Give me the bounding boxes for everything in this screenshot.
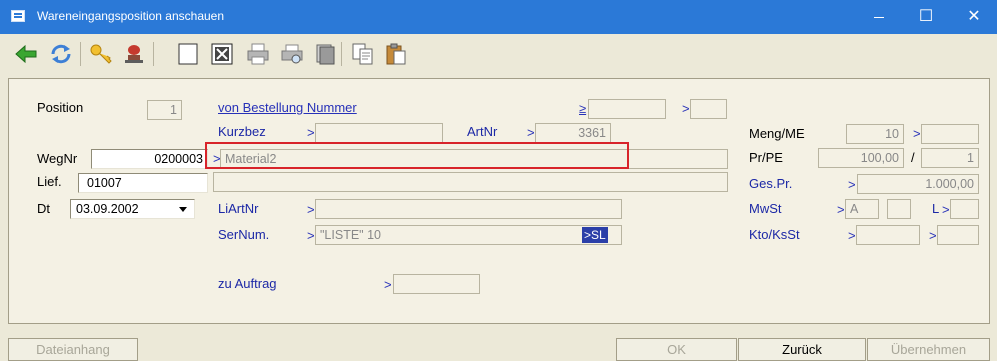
- von-bestellung-gt: >: [682, 101, 690, 116]
- toolbar: [0, 34, 997, 72]
- l-label: L: [932, 201, 940, 216]
- kto-arrow-2: >: [929, 228, 937, 243]
- meng-unit-field[interactable]: [921, 124, 979, 144]
- mwst-arrow: >: [837, 202, 845, 217]
- paste-icon[interactable]: [384, 42, 408, 66]
- sernum-highlight: [205, 142, 629, 169]
- print-icon[interactable]: [246, 42, 270, 66]
- lief-label: Lief.: [37, 174, 62, 189]
- von-bestellung-link[interactable]: von Bestellung Nummer: [218, 100, 357, 115]
- kurzbez-arrow: >: [307, 125, 315, 140]
- prpe-price-field[interactable]: 100,00: [818, 148, 904, 168]
- chevron-down-icon[interactable]: [179, 207, 187, 212]
- prpe-unit-field[interactable]: 1: [921, 148, 979, 168]
- kto-arrow: >: [848, 228, 856, 243]
- ok-button[interactable]: OK: [616, 338, 737, 361]
- app-window-icon: [11, 10, 25, 22]
- kto-label: Kto/KsSt: [749, 227, 800, 242]
- window-title: Wareneingangsposition anschauen: [37, 9, 225, 23]
- von-bestellung-from-field[interactable]: [588, 99, 666, 119]
- dt-date-value: 03.09.2002: [76, 202, 139, 216]
- lief-name-field[interactable]: [213, 172, 728, 192]
- mwst-label: MwSt: [749, 201, 782, 216]
- gespr-field[interactable]: 1.000,00: [857, 174, 979, 194]
- refresh-icon[interactable]: [49, 42, 73, 66]
- position-field[interactable]: 1: [147, 100, 182, 120]
- zu-auftrag-arrow: >: [384, 277, 392, 292]
- title-bar: Wareneingangsposition anschauen ☐ ✕: [0, 0, 997, 34]
- l-arrow: >: [942, 202, 950, 217]
- wegnr-field[interactable]: 0200003: [91, 149, 208, 169]
- kurzbez-field[interactable]: [315, 123, 443, 143]
- blank-page-icon[interactable]: [176, 42, 200, 66]
- liartnr-arrow: >: [307, 202, 315, 217]
- uebernehmen-button[interactable]: Übernehmen: [867, 338, 990, 361]
- kurzbez-label: Kurzbez: [218, 124, 266, 139]
- sernum-field[interactable]: "LISTE" 10: [315, 225, 622, 245]
- cross-box-icon[interactable]: [210, 42, 234, 66]
- minimize-button[interactable]: [857, 0, 903, 34]
- stamp-icon[interactable]: [122, 42, 146, 66]
- sernum-selection[interactable]: >SL: [582, 227, 608, 243]
- zu-auftrag-label: zu Auftrag: [218, 276, 277, 291]
- wegnr-label: WegNr: [37, 151, 78, 166]
- maximize-button[interactable]: ☐: [903, 0, 949, 34]
- artnr-field[interactable]: 3361: [535, 123, 611, 143]
- meng-arrow: >: [913, 126, 921, 141]
- mwst-field[interactable]: A: [845, 199, 879, 219]
- artnr-label: ArtNr: [467, 124, 498, 139]
- zu-auftrag-field[interactable]: [393, 274, 480, 294]
- meng-field[interactable]: 10: [846, 124, 904, 144]
- gespr-arrow: >: [848, 177, 856, 192]
- sernum-label: SerNum.: [218, 227, 270, 242]
- gespr-label: Ges.Pr.: [749, 176, 793, 191]
- position-label: Position: [37, 100, 84, 115]
- dateianhang-button[interactable]: Dateianhang: [8, 338, 138, 361]
- back-arrow-icon[interactable]: [14, 42, 38, 66]
- kto-field[interactable]: [856, 225, 920, 245]
- von-bestellung-ge: ≥: [579, 101, 587, 116]
- print-preview-icon[interactable]: [280, 42, 304, 66]
- close-button[interactable]: ✕: [951, 0, 997, 34]
- dt-label: Dt: [37, 201, 50, 216]
- copy-icon[interactable]: [351, 42, 375, 66]
- liartnr-label: LiArtNr: [218, 201, 259, 216]
- prpe-slash: /: [911, 150, 915, 165]
- dt-date-field[interactable]: 03.09.2002: [70, 199, 195, 219]
- liartnr-field[interactable]: [315, 199, 622, 219]
- artnr-arrow: >: [527, 125, 535, 140]
- ksst-field[interactable]: [937, 225, 979, 245]
- prpe-label: Pr/PE: [749, 150, 783, 165]
- stack-icon[interactable]: [314, 42, 338, 66]
- von-bestellung-to-field[interactable]: [690, 99, 727, 119]
- key-icon[interactable]: [89, 42, 113, 66]
- meng-label: Meng/ME: [749, 126, 805, 141]
- mwst-extra-field[interactable]: [887, 199, 911, 219]
- lief-field[interactable]: 01007: [78, 173, 208, 193]
- zurueck-button[interactable]: Zurück: [738, 338, 866, 361]
- sernum-arrow: >: [307, 228, 315, 243]
- l-field[interactable]: [950, 199, 979, 219]
